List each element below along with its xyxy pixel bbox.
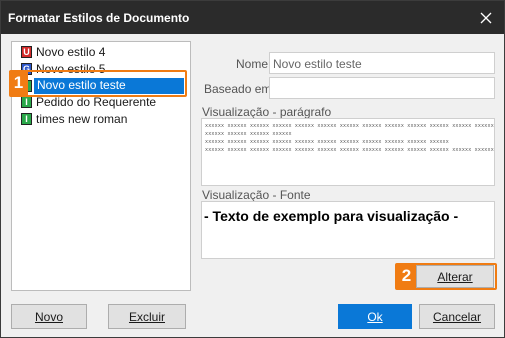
cancel-button[interactable]: Cancelar (419, 304, 495, 329)
format-styles-dialog: Formatar Estilos de Documento U Novo est… (0, 0, 505, 338)
based-on-field[interactable] (269, 77, 495, 99)
font-preview-label: Visualização - Fonte (202, 188, 311, 202)
style-item-label: times new roman (36, 112, 128, 126)
paragraph-preview: xxxxxx xxxxxx xxxxxx xxxxxx xxxxxx xxxxx… (201, 118, 495, 186)
callout-badge-1: 1 (9, 71, 28, 95)
window-title: Formatar Estilos de Documento (8, 11, 190, 25)
delete-style-button-label: Excluir (128, 309, 165, 324)
callout-badge-2: 2 (397, 264, 416, 288)
close-icon (480, 12, 492, 23)
style-item-times-new-roman[interactable]: I times new roman (12, 111, 190, 128)
preview-line: xxxxxx xxxxxx xxxxxx xxxxxx (205, 131, 292, 137)
font-preview: - Texto de exemplo para visualização - (201, 201, 495, 259)
cancel-button-label: Cancelar (432, 309, 482, 324)
name-label: Nome (236, 57, 269, 71)
based-on-label: Baseado em (204, 82, 272, 96)
style-item-label: Pedido do Requerente (36, 95, 157, 109)
new-style-button-label: Novo (34, 309, 63, 324)
underline-style-badge: U (21, 46, 32, 58)
alterar-button-label: Alterar (437, 269, 473, 284)
close-button[interactable] (468, 1, 504, 34)
title-bar: Formatar Estilos de Documento (1, 1, 504, 34)
delete-style-button[interactable]: Excluir (108, 304, 186, 329)
preview-line: xxxxxx xxxxxx xxxxxx xxxxxx xxxxxx xxxxx… (205, 123, 495, 129)
alterar-button[interactable]: Alterar (416, 265, 494, 288)
ok-button-label: Ok (367, 309, 383, 324)
preview-line: xxxxxx xxxxxx xxxxxx xxxxxx xxxxxx xxxxx… (205, 139, 449, 145)
paragraph-preview-label: Visualização - parágrafo (202, 105, 332, 119)
style-item-novo-estilo-4[interactable]: U Novo estilo 4 (12, 44, 190, 61)
italic-style-badge: I (21, 96, 32, 108)
callout-highlight-1 (9, 70, 187, 97)
ok-button[interactable]: Ok (338, 304, 412, 329)
new-style-button[interactable]: Novo (11, 304, 87, 329)
font-preview-sample: - Texto de exemplo para visualização - (204, 208, 459, 224)
preview-line: xxxxxx xxxxxx xxxxxx xxxxxx xxxxxx xxxxx… (205, 147, 495, 153)
italic-style-badge: I (21, 113, 32, 125)
style-item-label: Novo estilo 4 (36, 45, 106, 59)
name-field[interactable]: Novo estilo teste (269, 52, 495, 74)
